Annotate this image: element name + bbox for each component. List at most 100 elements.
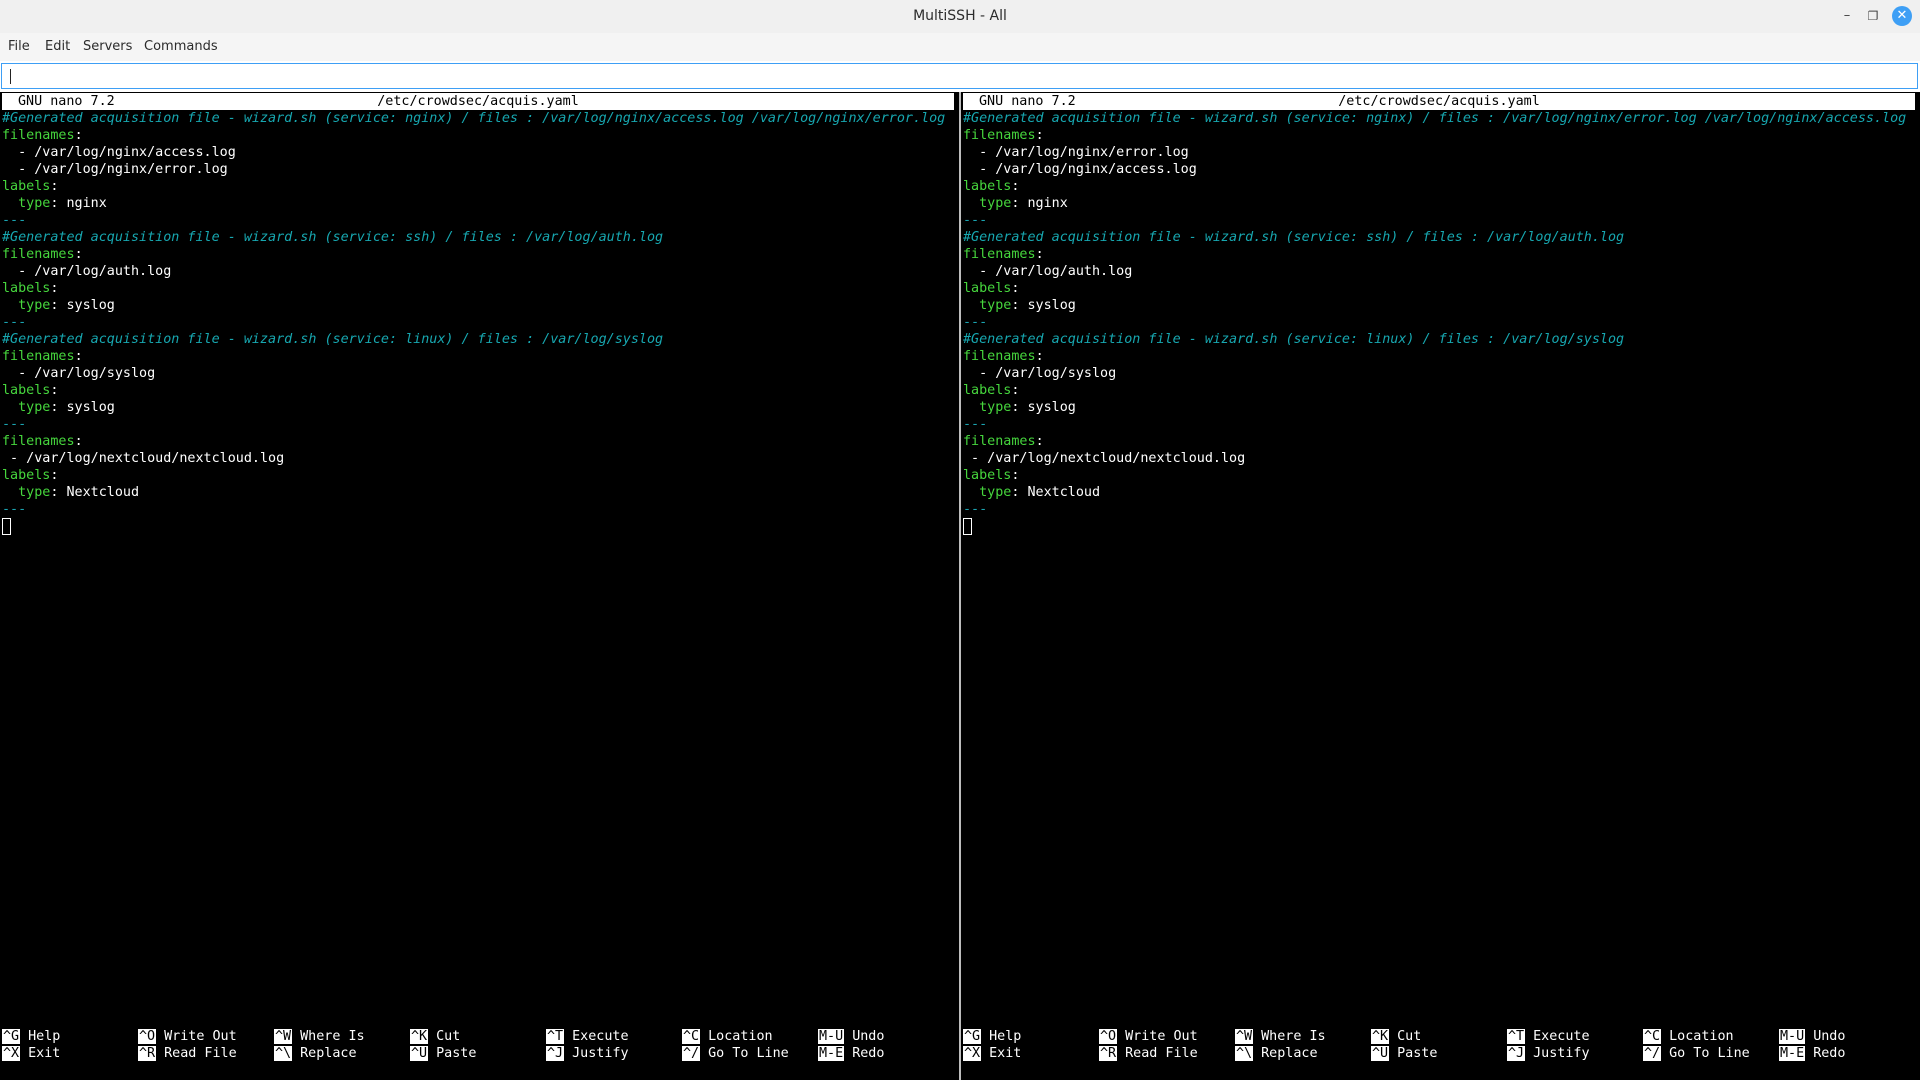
editor-line: - /var/log/nextcloud/nextcloud.log [963, 450, 1918, 467]
yaml-key: type [2, 400, 51, 415]
menu-file[interactable]: File [8, 33, 30, 61]
command-input[interactable] [1, 63, 1918, 89]
terminal-pane-right[interactable]: /etc/crowdsec/acquis.yaml GNU nano 7.2 #… [961, 92, 1920, 1080]
menu-commands[interactable]: Commands [144, 33, 218, 61]
editor-line: --- [963, 416, 1918, 433]
shortcut-read-file: ^R Read File [138, 1045, 237, 1062]
shortcut-location: ^C Location [682, 1028, 773, 1045]
shortcut-label: Cut [436, 1029, 461, 1044]
shortcut-location: ^C Location [1643, 1028, 1734, 1045]
editor-line: type: nginx [963, 195, 1918, 212]
shortcut-label: Help [989, 1029, 1022, 1044]
yaml-value: : [50, 179, 59, 194]
editor-line: labels: [963, 467, 1918, 484]
shortcut-label: Execute [572, 1029, 629, 1044]
yaml-key: labels [2, 383, 51, 398]
editor-line: --- [963, 501, 1918, 518]
yaml-value: - /var/log/nginx/access.log [2, 145, 236, 160]
document-separator: --- [963, 502, 988, 517]
minimize-icon[interactable]: – [1838, 7, 1856, 25]
text-cursor [2, 518, 11, 535]
yaml-key: type [2, 485, 51, 500]
yaml-value: - /var/log/nextcloud/nextcloud.log [2, 451, 285, 466]
yaml-value: : [74, 128, 83, 143]
shortcut-key: M-E [818, 1046, 845, 1061]
shortcut-label: Undo [852, 1029, 885, 1044]
yaml-value: - /var/log/nginx/access.log [963, 162, 1197, 177]
yaml-value: : Nextcloud [1011, 485, 1101, 500]
yaml-value: : syslog [1011, 400, 1076, 415]
yaml-key: type [963, 196, 1012, 211]
editor-line: filenames: [2, 246, 957, 263]
shortcut-bar: ^G Help ^X Exit ^O Write Out ^R Read File ^W Wher… [2, 1028, 957, 1062]
yaml-value: : [74, 247, 83, 262]
yaml-value: : [74, 349, 83, 364]
yaml-value: : [1035, 434, 1044, 449]
nano-filename: /etc/crowdsec/acquis.yaml [377, 94, 579, 109]
close-icon[interactable]: ✕ [1892, 6, 1912, 26]
yaml-value: : syslog [50, 298, 115, 313]
shortcut-label: Where Is [300, 1029, 365, 1044]
editor-line [2, 518, 957, 535]
yaml-key: labels [2, 281, 51, 296]
shortcut-label: Justify [572, 1046, 629, 1061]
editor-line: - /var/log/nginx/access.log [963, 161, 1918, 178]
yaml-key: filenames [2, 128, 75, 143]
terminal-pane-left[interactable]: /etc/crowdsec/acquis.yaml GNU nano 7.2 #… [0, 92, 959, 1080]
yaml-value: - /var/log/syslog [963, 366, 1117, 381]
yaml-key: filenames [2, 247, 75, 262]
yaml-key: type [963, 400, 1012, 415]
shortcut-where-is: ^W Where Is [274, 1028, 365, 1045]
shortcut-cut: ^K Cut [1371, 1028, 1421, 1045]
editor-line: - /var/log/auth.log [963, 263, 1918, 280]
shortcut-key: ^U [410, 1046, 429, 1061]
comment-text: #Generated acquisition file - wizard.sh … [2, 230, 664, 245]
editor-line: --- [963, 314, 1918, 331]
yaml-value: : nginx [1011, 196, 1068, 211]
shortcut-exit: ^X Exit [2, 1045, 60, 1062]
yaml-key: type [963, 298, 1012, 313]
yaml-value: : [1035, 247, 1044, 262]
yaml-key: labels [963, 179, 1012, 194]
yaml-value: - /var/log/nginx/error.log [963, 145, 1189, 160]
editor-content[interactable]: #Generated acquisition file - wizard.sh … [963, 110, 1918, 535]
editor-line: #Generated acquisition file - wizard.sh … [963, 110, 1918, 127]
shortcut-label: Redo [852, 1046, 885, 1061]
yaml-key: type [2, 196, 51, 211]
editor-line [963, 518, 1918, 535]
editor-line: type: nginx [2, 195, 957, 212]
editor-line: labels: [2, 280, 957, 297]
shortcut-key: ^R [138, 1046, 157, 1061]
shortcut-replace: ^\ Replace [274, 1045, 357, 1062]
shortcut-key: ^O [1099, 1029, 1118, 1044]
editor-line: filenames: [963, 246, 1918, 263]
yaml-value: - /var/log/syslog [2, 366, 156, 381]
shortcut-replace: ^\ Replace [1235, 1045, 1318, 1062]
menu-edit[interactable]: Edit [45, 33, 70, 61]
shortcut-redo: M-E Redo [1779, 1045, 1845, 1062]
yaml-value: : syslog [1011, 298, 1076, 313]
editor-line: filenames: [963, 127, 1918, 144]
editor-line: --- [2, 501, 957, 518]
editor-line: labels: [963, 178, 1918, 195]
shortcut-key: ^K [410, 1029, 429, 1044]
maximize-icon[interactable]: ❐ [1864, 7, 1882, 25]
text-caret [10, 69, 11, 84]
shortcut-label: Paste [1397, 1046, 1438, 1061]
yaml-key: labels [963, 468, 1012, 483]
editor-content[interactable]: #Generated acquisition file - wizard.sh … [2, 110, 957, 535]
shortcut-label: Location [708, 1029, 773, 1044]
shortcut-label: Undo [1813, 1029, 1846, 1044]
editor-line: --- [963, 212, 1918, 229]
shortcut-label: Read File [164, 1046, 237, 1061]
menu-bar: File Edit Servers Commands [0, 33, 1920, 61]
shortcut-justify: ^J Justify [1507, 1045, 1590, 1062]
shortcut-key: ^C [1643, 1029, 1662, 1044]
menu-servers[interactable]: Servers [83, 33, 132, 61]
shortcut-key: ^K [1371, 1029, 1390, 1044]
document-separator: --- [963, 315, 988, 330]
shortcut-key: ^O [138, 1029, 157, 1044]
yaml-value: : [1011, 281, 1020, 296]
editor-line: - /var/log/nginx/access.log [2, 144, 957, 161]
shortcut-label: Justify [1533, 1046, 1590, 1061]
